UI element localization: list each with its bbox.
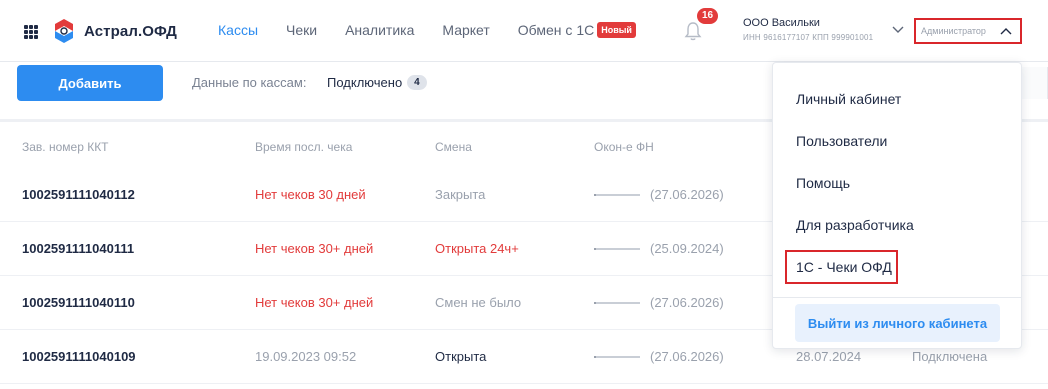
org-ids: ИНН 9616177107 КПП 999901001 [743, 33, 874, 42]
shift-status: Открыта [435, 349, 487, 364]
menu-item-personal-account[interactable]: Личный кабинет [796, 91, 901, 107]
add-button[interactable]: Добавить [17, 65, 163, 101]
last-check-time: 19.09.2023 09:52 [255, 349, 357, 364]
brand-name: Астрал.ОФД [84, 22, 177, 40]
serial-number: 1002591111040112 [22, 187, 135, 202]
fn-end-date: (27.06.2026) [650, 187, 724, 202]
connected-filter[interactable]: Подключено 4 [327, 75, 427, 90]
nav-item-registers[interactable]: Кассы [218, 22, 258, 38]
fn-end: (27.06.2026) [594, 349, 724, 364]
main-nav: Кассы Чеки Аналитика Маркет Обмен с 1С Но… [218, 22, 664, 38]
role-label: Администратор [921, 26, 986, 36]
fn-end-date: (27.06.2026) [650, 349, 724, 364]
chevron-up-icon [1000, 28, 1012, 35]
registration-date: 28.07.2024 [796, 349, 862, 364]
logo[interactable]: Астрал.ОФД [52, 18, 177, 44]
last-check-time: Нет чеков 30 дней [255, 187, 366, 202]
shift-status: Смен не было [435, 295, 522, 310]
top-bar: Астрал.ОФД Кассы Чеки Аналитика Маркет О… [0, 0, 1048, 62]
fn-end-date: (27.06.2026) [650, 295, 724, 310]
astral-logo-icon [55, 19, 73, 43]
menu-item-users[interactable]: Пользователи [796, 133, 887, 149]
notification-count-badge: 16 [697, 8, 718, 24]
org-name: ООО Васильки [743, 17, 820, 29]
fn-end: (27.06.2026) [594, 187, 724, 202]
column-header-serial[interactable]: Зав. номер ККТ [22, 140, 109, 154]
menu-item-developer[interactable]: Для разработчика [796, 217, 914, 233]
last-check-time: Нет чеков 30+ дней [255, 241, 374, 256]
column-header-last-check[interactable]: Время посл. чека [255, 140, 352, 154]
serial-number: 1002591111040110 [22, 295, 135, 310]
shift-status: Закрыта [435, 187, 486, 202]
account-menu: Личный кабинет Пользователи Помощь Для р… [772, 62, 1022, 349]
bell-icon[interactable] [684, 20, 702, 42]
apps-grid-icon[interactable] [24, 25, 38, 39]
fn-progress-bar [594, 193, 640, 196]
fn-progress-bar [594, 301, 640, 304]
serial-number: 1002591111040111 [22, 241, 135, 256]
menu-item-help[interactable]: Помощь [796, 175, 850, 191]
fn-end: (27.06.2026) [594, 295, 724, 310]
nav-item-1c-exchange-label: Обмен с 1С [517, 22, 595, 38]
new-badge: Новый [597, 22, 636, 38]
connected-count-badge: 4 [407, 75, 427, 90]
serial-number: 1002591111040109 [22, 349, 136, 364]
organization-selector[interactable]: ООО Васильки ИНН 9616177107 КПП 99990100… [743, 17, 873, 42]
column-header-fn-end[interactable]: Окон-е ФН [594, 140, 654, 154]
shift-status: Открыта 24ч+ [435, 241, 519, 256]
logout-button[interactable]: Выйти из личного кабинета [795, 304, 1000, 342]
nav-item-market[interactable]: Маркет [442, 22, 489, 38]
connection-status: Подключена [912, 349, 988, 364]
chevron-down-icon[interactable] [892, 26, 904, 34]
connected-label: Подключено [327, 75, 403, 90]
role-selector[interactable]: Администратор [914, 18, 1022, 44]
nav-item-analytics[interactable]: Аналитика [345, 22, 414, 38]
last-check-time: Нет чеков 30+ дней [255, 295, 374, 310]
nav-item-1c-exchange[interactable]: Обмен с 1С Новый [518, 22, 636, 38]
menu-item-1c-checks[interactable]: 1С - Чеки ОФД [796, 259, 892, 275]
fn-progress-bar [594, 355, 640, 358]
fn-progress-bar [594, 247, 640, 250]
nav-item-checks[interactable]: Чеки [286, 22, 317, 38]
fn-end: (25.09.2024) [594, 241, 724, 256]
toolbar-right-control[interactable] [1021, 67, 1048, 99]
menu-divider [773, 297, 1021, 298]
fn-end-date: (25.09.2024) [650, 241, 724, 256]
registers-data-label: Данные по кассам: [192, 75, 307, 90]
column-header-shift[interactable]: Смена [435, 140, 472, 154]
